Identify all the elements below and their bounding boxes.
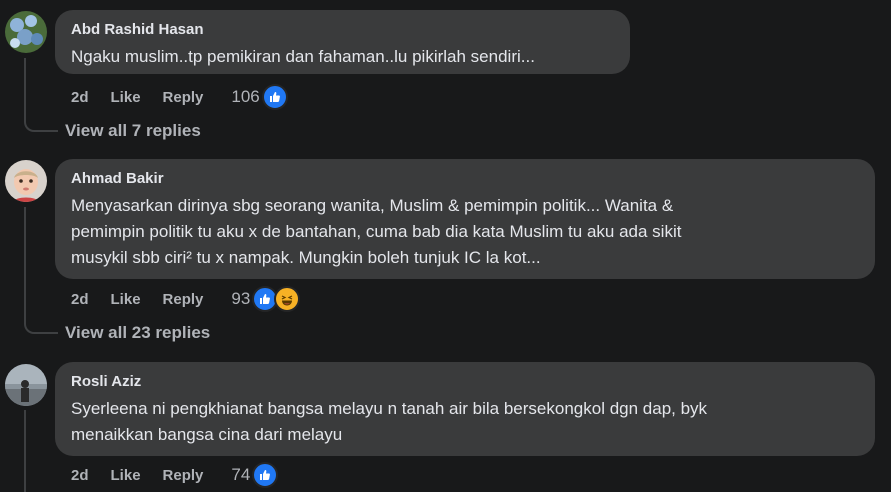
like-button[interactable]: Like (111, 291, 141, 308)
comment-bubble: Ahmad Bakir Menyasarkan dirinya sbg seor… (55, 159, 875, 279)
reaction-count: 106 (231, 87, 260, 106)
like-button[interactable]: Like (111, 89, 141, 106)
haha-reaction-icon (274, 286, 301, 312)
like-reaction-icon (252, 462, 279, 488)
comment-actions: 2d Like Reply 74 (71, 462, 279, 488)
avatar[interactable] (5, 364, 47, 406)
reply-button[interactable]: Reply (163, 467, 204, 484)
comment-text: Menyasarkan dirinya sbg seorang wanita, … (71, 196, 682, 267)
comment-actions: 2d Like Reply 93 (71, 286, 301, 312)
thread-line (24, 58, 26, 118)
comment-actions: 2d Like Reply 106 (71, 84, 288, 110)
thread-line (24, 410, 26, 492)
reply-button[interactable]: Reply (163, 89, 204, 106)
comment-bubble: Abd Rashid Hasan Ngaku muslim..tp pemiki… (55, 10, 630, 74)
comment-author[interactable]: Rosli Aziz (71, 372, 859, 392)
avatar[interactable] (5, 160, 47, 202)
reaction-summary[interactable]: 93 (231, 286, 301, 312)
comment-author[interactable]: Ahmad Bakir (71, 169, 859, 189)
reaction-count: 93 (231, 289, 251, 308)
comment-time[interactable]: 2d (71, 291, 89, 308)
reaction-count: 74 (231, 465, 251, 484)
comment-author[interactable]: Abd Rashid Hasan (71, 20, 614, 40)
comment-time[interactable]: 2d (71, 89, 89, 106)
reaction-summary[interactable]: 74 (231, 462, 279, 488)
reply-button[interactable]: Reply (163, 291, 204, 308)
like-reaction-icon (261, 84, 288, 110)
comment-time[interactable]: 2d (71, 467, 89, 484)
thread-line (24, 207, 26, 320)
avatar[interactable] (5, 11, 47, 53)
comment-text: Syerleena ni pengkhianat bangsa melayu n… (71, 399, 708, 444)
reaction-summary[interactable]: 106 (231, 84, 288, 110)
comment-text: Ngaku muslim..tp pemikiran dan fahaman..… (71, 47, 535, 66)
thread-connector (24, 118, 58, 132)
view-replies-link[interactable]: View all 7 replies (65, 121, 201, 141)
thread-connector (24, 320, 58, 334)
like-button[interactable]: Like (111, 467, 141, 484)
view-replies-link[interactable]: View all 23 replies (65, 323, 210, 343)
comment-bubble: Rosli Aziz Syerleena ni pengkhianat bang… (55, 362, 875, 456)
